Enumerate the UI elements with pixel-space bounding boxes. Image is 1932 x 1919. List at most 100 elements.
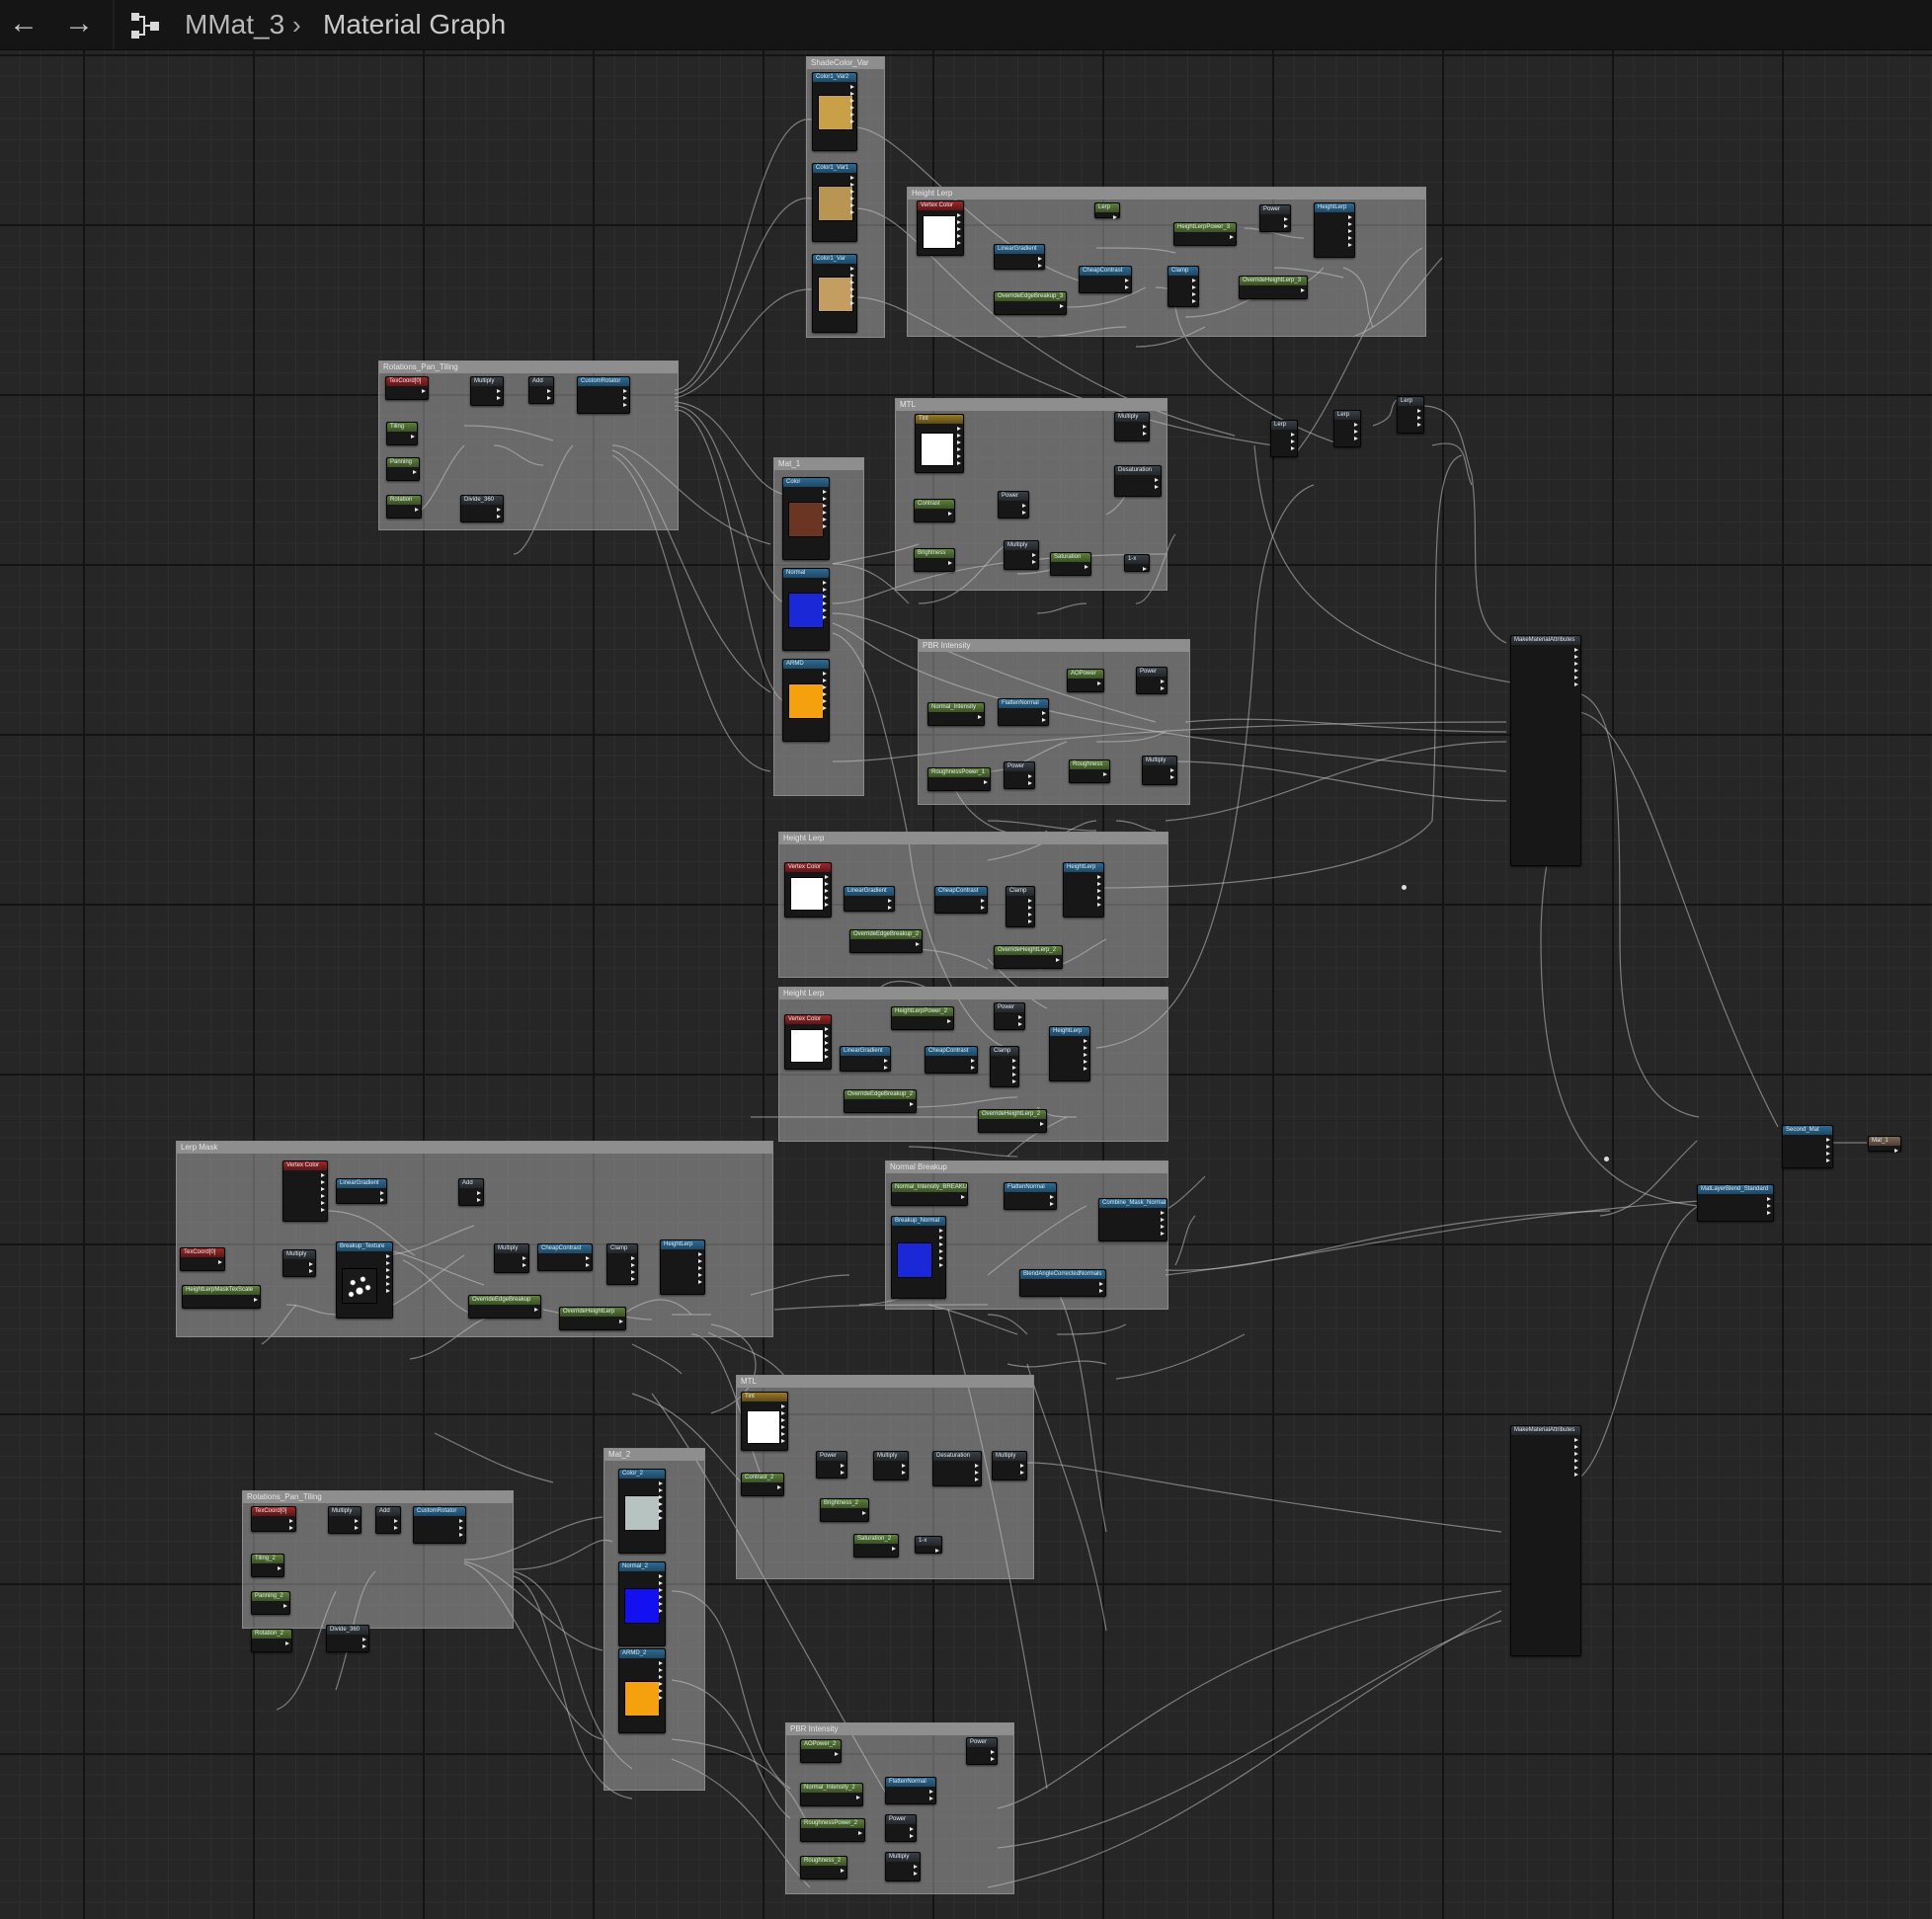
output-pin[interactable]: [1103, 772, 1107, 776]
output-pin[interactable]: [939, 1263, 943, 1267]
output-pin[interactable]: [984, 780, 988, 784]
output-pin[interactable]: [1099, 1289, 1103, 1293]
output-pin[interactable]: [1230, 235, 1234, 239]
output-pin[interactable]: [321, 1187, 325, 1191]
texture-sample-node[interactable]: Normal_2: [618, 1561, 666, 1646]
make-material-attributes-node[interactable]: MakeMaterialAttributes: [1510, 1425, 1581, 1656]
normal-intensity-param[interactable]: Normal_Intensity: [927, 702, 985, 726]
output-pin[interactable]: [1574, 648, 1578, 652]
forward-button[interactable]: →: [59, 8, 99, 41]
output-pin[interactable]: [823, 692, 827, 696]
height-lerp-node[interactable]: HeightLerp: [660, 1239, 705, 1295]
lerp-node[interactable]: Lerp: [1397, 396, 1424, 434]
output-pin[interactable]: [321, 1194, 325, 1198]
output-pin[interactable]: [477, 1191, 481, 1195]
roughness-param[interactable]: Roughness: [1069, 760, 1110, 783]
desaturation-node[interactable]: Desaturation: [1114, 465, 1162, 497]
output-pin[interactable]: [841, 1471, 845, 1475]
output-pin[interactable]: [659, 1588, 663, 1592]
output-pin[interactable]: [1084, 1060, 1087, 1064]
output-pin[interactable]: [1348, 215, 1352, 219]
output-pin[interactable]: [386, 1289, 390, 1293]
second-mat-node[interactable]: Second_Mat: [1782, 1125, 1833, 1168]
output-pin[interactable]: [321, 1173, 325, 1177]
output-pin[interactable]: [623, 389, 627, 393]
output-pin[interactable]: [619, 1319, 623, 1323]
output-pin[interactable]: [547, 396, 551, 400]
output-pin[interactable]: [823, 504, 827, 508]
multiply-node[interactable]: Multiply: [873, 1451, 909, 1480]
panning-param[interactable]: Panning: [386, 457, 420, 481]
power-node[interactable]: Power: [1136, 667, 1167, 694]
output-pin[interactable]: [858, 1831, 862, 1835]
multiply-node[interactable]: Multiply: [1142, 756, 1177, 785]
ao-power-param[interactable]: AOPower_2: [800, 1739, 842, 1763]
output-pin[interactable]: [698, 1273, 702, 1277]
output-pin[interactable]: [422, 389, 426, 393]
output-pin[interactable]: [929, 1790, 933, 1794]
output-pin[interactable]: [659, 1581, 663, 1585]
output-pin[interactable]: [1018, 1015, 1022, 1019]
rotation-param[interactable]: Rotation: [386, 495, 422, 519]
output-pin[interactable]: [825, 882, 829, 886]
clamp-node[interactable]: Clamp: [606, 1243, 638, 1285]
power-node[interactable]: Power: [1259, 204, 1291, 232]
output-pin[interactable]: [957, 241, 961, 245]
output-pin[interactable]: [825, 875, 829, 879]
output-pin[interactable]: [975, 1471, 979, 1475]
output-pin[interactable]: [939, 1249, 943, 1253]
output-pin[interactable]: [321, 1208, 325, 1212]
tiling-param[interactable]: Tiling_2: [251, 1554, 284, 1577]
texture-sample-node[interactable]: ARMD: [782, 659, 830, 742]
output-pin[interactable]: [497, 508, 501, 512]
output-pin[interactable]: [850, 85, 854, 89]
output-pin[interactable]: [218, 1260, 222, 1264]
output-pin[interactable]: [850, 176, 854, 180]
output-pin[interactable]: [1042, 711, 1046, 715]
output-pin[interactable]: [856, 1796, 860, 1799]
output-pin[interactable]: [1056, 958, 1060, 962]
output-pin[interactable]: [1417, 423, 1421, 427]
output-pin[interactable]: [497, 389, 501, 393]
output-pin[interactable]: [935, 1549, 939, 1553]
output-pin[interactable]: [1161, 1211, 1165, 1215]
output-pin[interactable]: [888, 899, 892, 903]
linear-gradient-node[interactable]: LinearGradient: [840, 1046, 891, 1072]
texture-sample-node[interactable]: ARMD_2: [618, 1648, 666, 1733]
output-pin[interactable]: [659, 1682, 663, 1686]
flatten-normal-node[interactable]: FlattenNormal: [998, 698, 1049, 726]
output-pin[interactable]: [1050, 1195, 1054, 1199]
output-pin[interactable]: [1032, 560, 1036, 564]
multiply-node[interactable]: Multiply: [1114, 412, 1150, 441]
output-pin[interactable]: [777, 1485, 781, 1489]
output-pin[interactable]: [1161, 686, 1165, 690]
output-pin[interactable]: [1012, 1079, 1016, 1083]
multiply-node[interactable]: Multiply: [885, 1852, 921, 1881]
override-edge-breakup-param[interactable]: OverrideEdgeBreakup: [468, 1295, 541, 1319]
output-pin[interactable]: [659, 1675, 663, 1679]
multiply-node[interactable]: Multiply: [494, 1243, 529, 1273]
output-pin[interactable]: [1161, 1225, 1165, 1229]
ao-power-param[interactable]: AOPower: [1067, 669, 1104, 692]
output-pin[interactable]: [623, 403, 627, 407]
breakup-normal-node[interactable]: Breakup_Normal: [891, 1216, 946, 1299]
output-pin[interactable]: [386, 1275, 390, 1279]
mat-layer-blend-node[interactable]: MatLayerBlend_Standard: [1697, 1184, 1774, 1222]
output-pin[interactable]: [1161, 680, 1165, 683]
output-pin[interactable]: [948, 561, 952, 565]
combine-mask-normal-node[interactable]: Combine_Mask_Normal: [1098, 1198, 1167, 1241]
lerp-node[interactable]: Lerp: [1333, 410, 1361, 447]
output-pin[interactable]: [321, 1180, 325, 1184]
add-node[interactable]: Add: [375, 1506, 401, 1534]
output-pin[interactable]: [1284, 217, 1288, 221]
output-pin[interactable]: [957, 440, 961, 444]
output-pin[interactable]: [939, 1236, 943, 1239]
output-pin[interactable]: [957, 227, 961, 231]
output-pin[interactable]: [1417, 416, 1421, 420]
output-pin[interactable]: [1113, 215, 1117, 219]
output-pin[interactable]: [892, 1547, 896, 1551]
output-pin[interactable]: [1084, 1067, 1087, 1071]
reroute-node[interactable]: [1604, 1157, 1609, 1161]
output-pin[interactable]: [380, 1191, 384, 1195]
output-pin[interactable]: [914, 1872, 918, 1876]
